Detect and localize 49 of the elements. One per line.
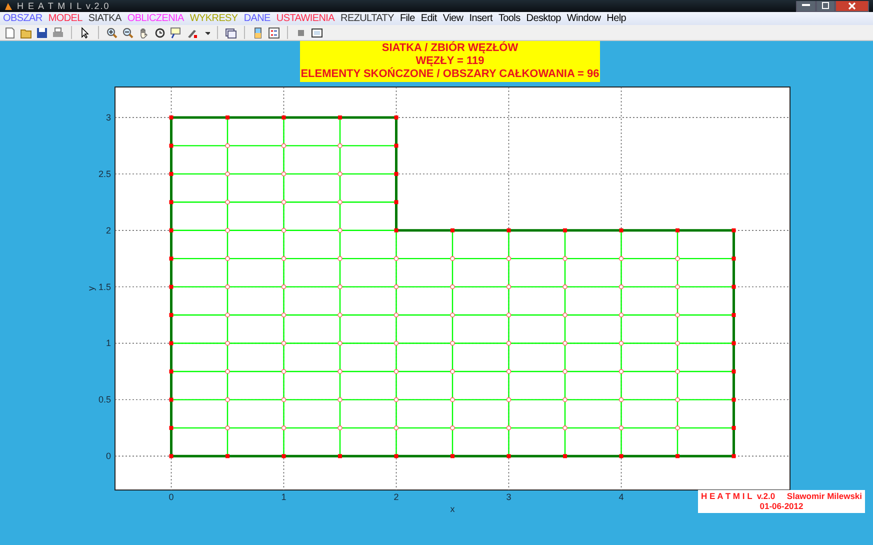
menu-item[interactable]: Tools (495, 12, 524, 25)
axis-label: y (86, 286, 96, 291)
colorbar-icon[interactable] (252, 26, 264, 38)
restore-icon (822, 2, 829, 9)
plot-title: WĘZŁY = 119 (414, 55, 486, 67)
plot-title: ELEMENTY SKOŃCZONE / OBSZARY CAŁKOWANIA = 96 (300, 68, 600, 81)
tick-label: 0 (168, 492, 174, 502)
window-icon[interactable] (311, 26, 323, 38)
tick-label: 1 (281, 492, 286, 502)
data-cursor-icon[interactable] (170, 26, 182, 38)
tick-label: 3 (506, 492, 512, 502)
zoom-in-icon[interactable] (106, 26, 118, 38)
axis-label: x (450, 504, 455, 514)
tick-label: 2 (106, 225, 111, 236)
window-title: H E A T M I L v.2.0 (17, 0, 110, 12)
menu-item[interactable]: Help (604, 12, 630, 25)
save-icon[interactable] (36, 26, 48, 38)
menu-item[interactable]: DANE (240, 12, 274, 25)
menu-item[interactable]: SIATKA (85, 12, 124, 25)
credits-text: H E A T M I L v.2.0 Slawomir Milewski (700, 491, 864, 501)
minimize-button[interactable] (796, 0, 816, 12)
minimize-icon (802, 4, 810, 7)
menu-item[interactable]: File (396, 12, 418, 25)
tick-label: 0 (106, 451, 111, 462)
tick-label: 0.5 (98, 394, 111, 405)
tick-label: 4 (618, 492, 624, 502)
legend-icon[interactable] (268, 26, 280, 38)
menu-item[interactable]: View (440, 12, 466, 25)
tick-label: 2 (394, 492, 399, 502)
tick-label: 3 (106, 112, 111, 122)
print-icon[interactable] (52, 26, 64, 38)
tick-label: 1.5 (98, 282, 111, 292)
menu-item[interactable]: Desktop (523, 12, 564, 25)
menu-item[interactable]: Window (564, 12, 604, 25)
tick-label: 2.5 (98, 168, 111, 179)
menu-item[interactable]: OBSZAR (0, 12, 46, 25)
menu-item[interactable]: REZULTATY (338, 12, 397, 25)
menu-item[interactable]: Edit (418, 12, 440, 25)
close-button[interactable] (835, 0, 869, 12)
hand-icon[interactable] (138, 26, 150, 38)
credits-text: 01-06-2012 (758, 501, 804, 511)
plot-title: SIATKA / ZBIÓR WĘZŁÓW (380, 42, 520, 55)
linked-plot-icon[interactable] (225, 26, 237, 38)
zoom-out-icon[interactable] (122, 26, 134, 38)
close-icon (848, 2, 856, 10)
pointer-icon[interactable] (79, 26, 91, 38)
tick-label: 1 (106, 338, 111, 348)
maximize-button[interactable] (816, 0, 835, 12)
menu-item[interactable]: Insert (466, 12, 496, 25)
